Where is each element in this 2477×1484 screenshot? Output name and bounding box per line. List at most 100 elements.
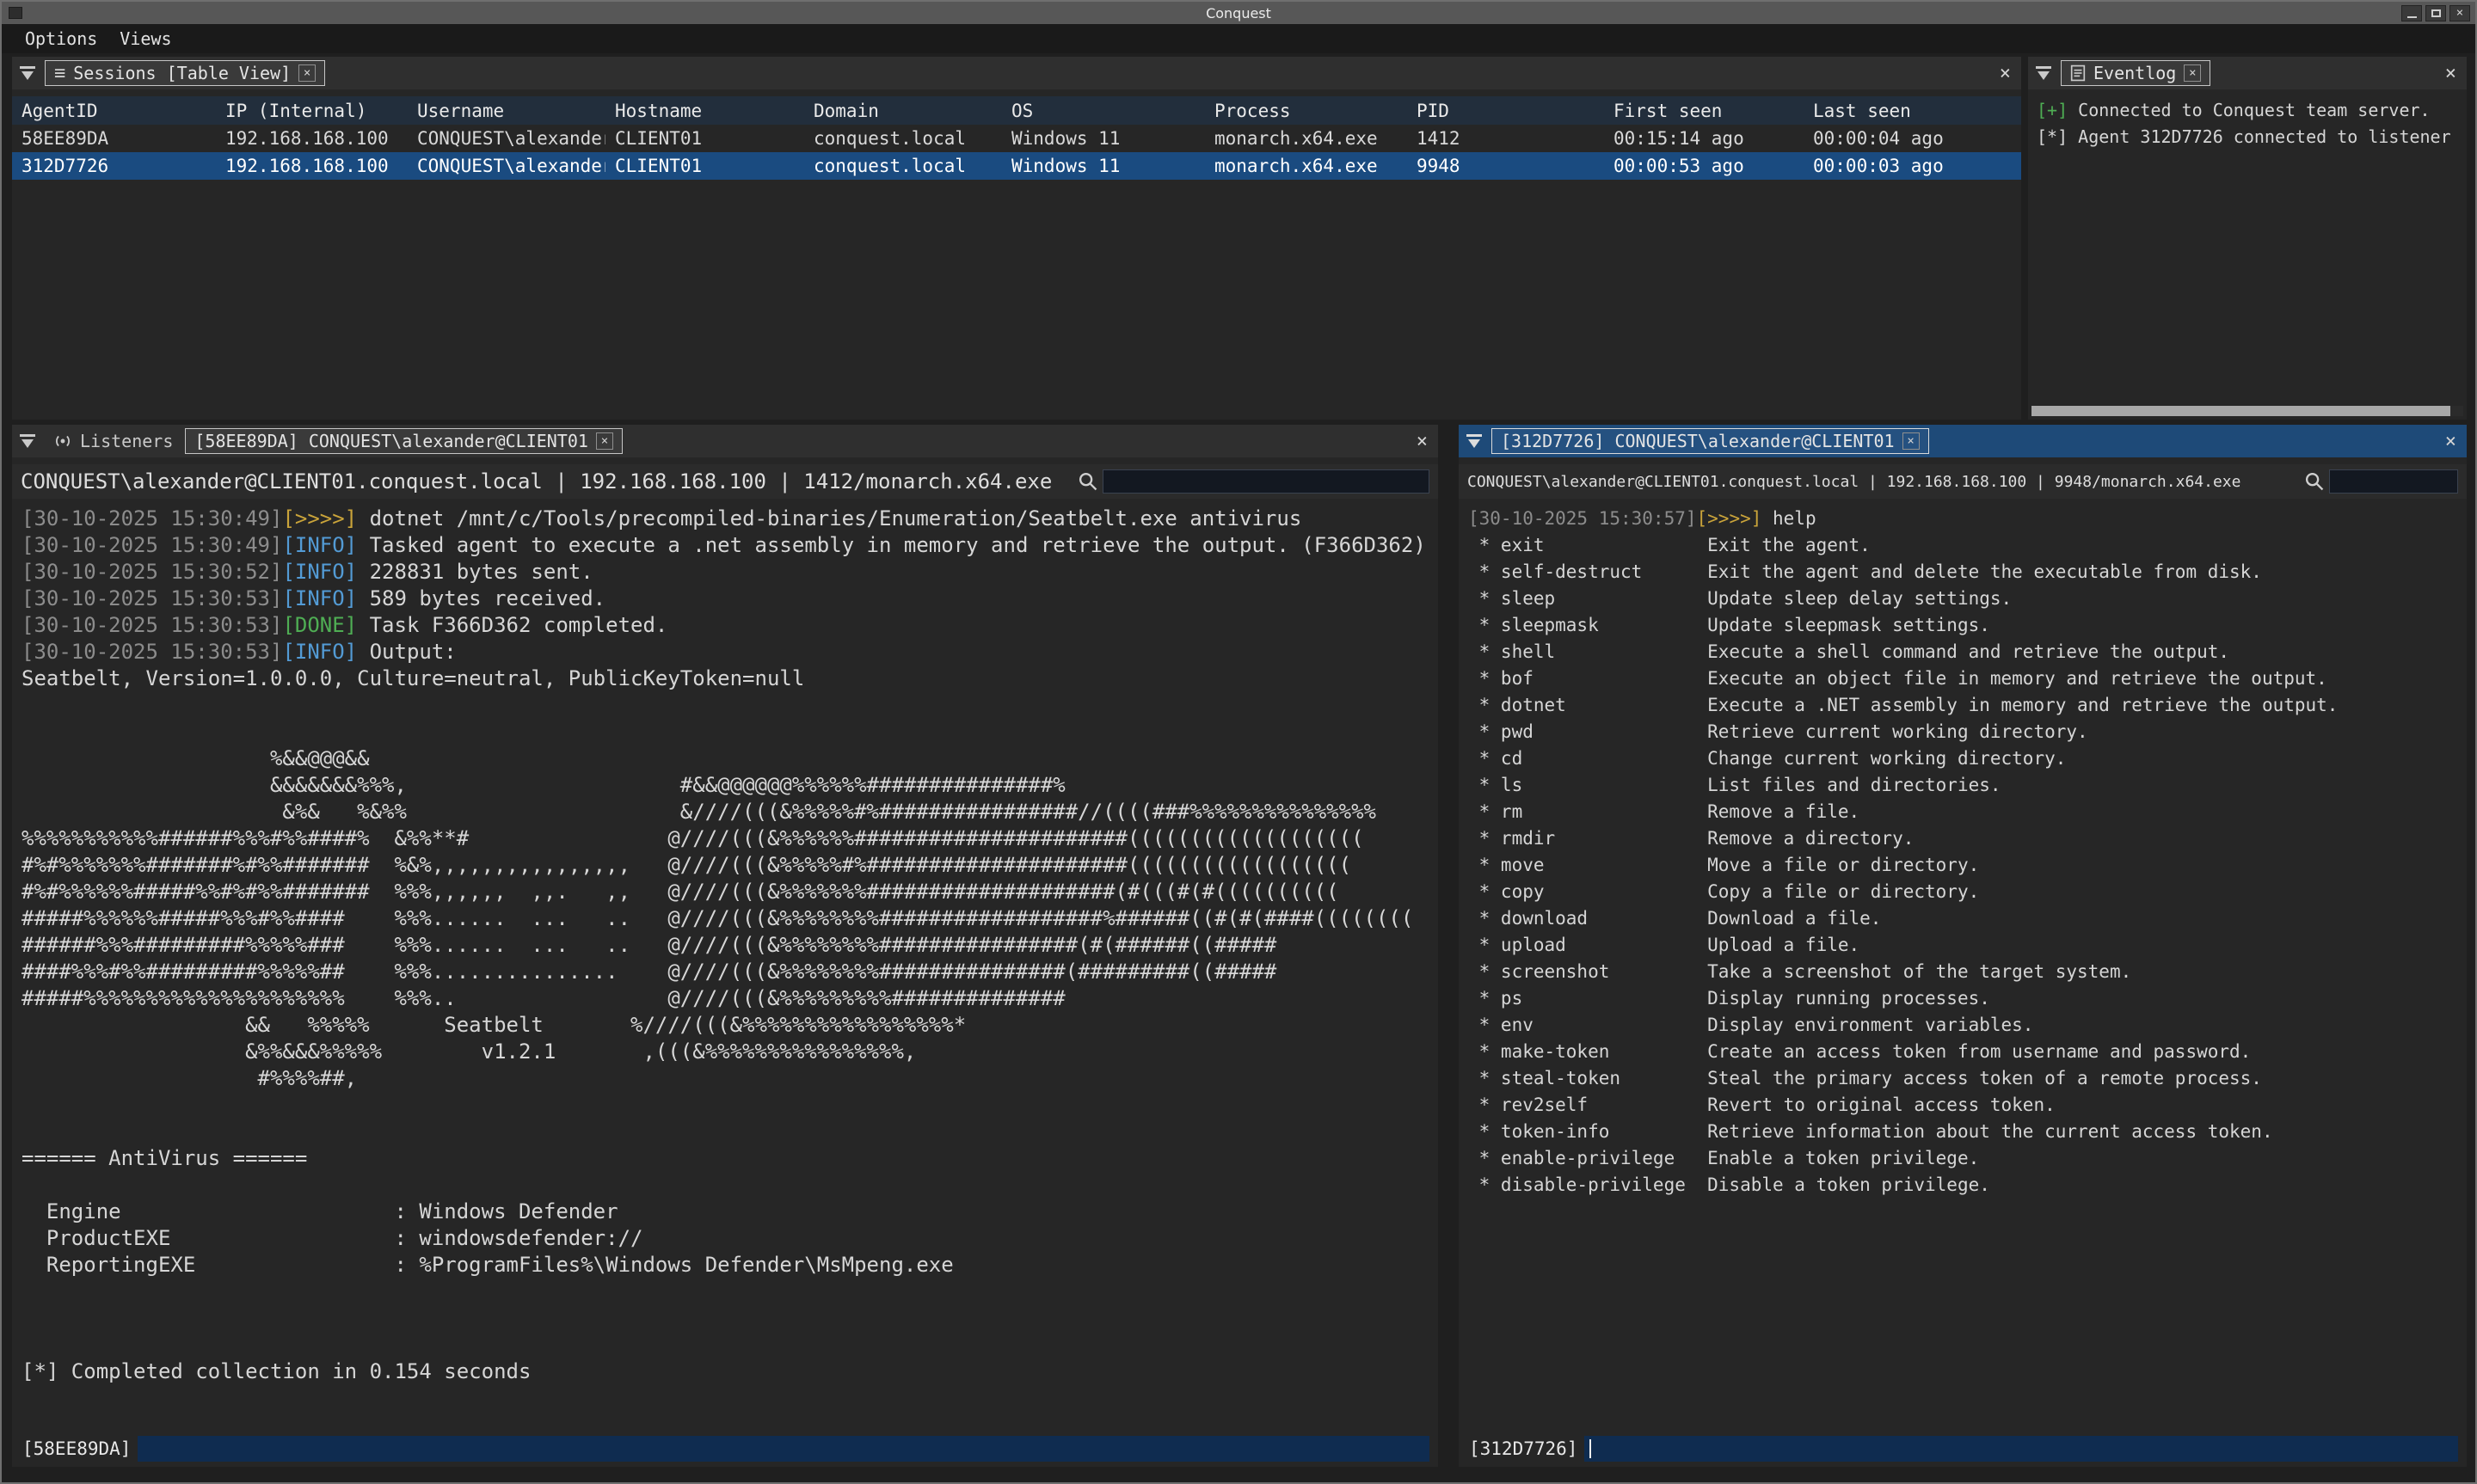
- titlebar[interactable]: Conquest ×: [2, 2, 2475, 24]
- help-line: * copy Copy a file or directory.: [1468, 879, 2457, 905]
- listener-icon: [53, 432, 72, 450]
- sessions-table: AgentIDIP (Internal)UsernameHostnameDoma…: [12, 96, 2021, 180]
- maximize-button[interactable]: [2425, 5, 2446, 21]
- eventlog-panel-header: Eventlog × ×: [2028, 57, 2467, 89]
- terminal-line: [30-10-2025 15:30:57][>>>>] help: [1468, 506, 2457, 532]
- session-cell: CLIENT01: [605, 156, 804, 176]
- window-title: Conquest: [2, 5, 2475, 21]
- column-header[interactable]: First seen: [1604, 101, 1804, 121]
- undock-triangle-icon: [17, 432, 38, 450]
- tab-close-icon[interactable]: ×: [298, 64, 316, 82]
- terminal-line: [30-10-2025 15:30:49][INFO] Tasked agent…: [22, 532, 1429, 559]
- terminal-line: #%%%%##,: [22, 1065, 1429, 1092]
- tab-close-icon[interactable]: ×: [596, 432, 613, 450]
- session-info-text: CONQUEST\alexander@CLIENT01.conquest.loc…: [21, 469, 1052, 494]
- search-input[interactable]: [2329, 469, 2458, 494]
- list-icon: ≡: [54, 63, 65, 84]
- terminal-output[interactable]: [30-10-2025 15:30:57][>>>>] help * exit …: [1459, 499, 2467, 1434]
- tab-agent-58EE89DA[interactable]: [58EE89DA] CONQUEST\alexander@CLIENT01 ×: [185, 428, 623, 454]
- session-row[interactable]: 58EE89DA192.168.168.100CONQUEST\alexande…: [12, 125, 2021, 152]
- help-line: * rev2self Revert to original access tok…: [1468, 1092, 2457, 1119]
- terminal-line: [22, 1092, 1429, 1119]
- help-line: * disable-privilege Disable a token priv…: [1468, 1172, 2457, 1199]
- command-input[interactable]: [1584, 1436, 2458, 1462]
- column-header[interactable]: Username: [408, 101, 605, 121]
- help-line: * sleepmask Update sleepmask settings.: [1468, 612, 2457, 639]
- session-info-text: CONQUEST\alexander@CLIENT01.conquest.loc…: [1467, 473, 2240, 491]
- menu-options[interactable]: Options: [14, 27, 108, 51]
- terminal-output[interactable]: [30-10-2025 15:30:49][>>>>] dotnet /mnt/…: [12, 499, 1438, 1434]
- session-cell: 192.168.168.100: [216, 128, 408, 149]
- terminal-line: [22, 719, 1429, 745]
- help-line: * upload Upload a file.: [1468, 932, 2457, 959]
- log-icon: [2070, 64, 2086, 83]
- help-line: * env Display environment variables.: [1468, 1012, 2457, 1039]
- column-header[interactable]: Process: [1205, 101, 1407, 121]
- session-cell: CONQUEST\alexander: [408, 128, 605, 149]
- session-cell: CONQUEST\alexander: [408, 156, 605, 176]
- column-header[interactable]: PID: [1407, 101, 1604, 121]
- sessions-table-rows: 58EE89DA192.168.168.100CONQUEST\alexande…: [12, 125, 2021, 180]
- help-line: * self-destruct Exit the agent and delet…: [1468, 559, 2457, 586]
- terminal-line: ====== AntiVirus ======: [22, 1145, 1429, 1172]
- help-line: * move Move a file or directory.: [1468, 852, 2457, 879]
- column-header[interactable]: AgentID: [12, 101, 216, 121]
- terminal-line: [30-10-2025 15:30:49][>>>>] dotnet /mnt/…: [22, 506, 1429, 532]
- panel-close-icon[interactable]: ×: [2445, 63, 2456, 84]
- session-cell: 312D7726: [12, 156, 216, 176]
- dock-icon[interactable]: [12, 64, 43, 82]
- panel-close-icon[interactable]: ×: [2445, 431, 2456, 452]
- session-row[interactable]: 312D7726192.168.168.100CONQUEST\alexande…: [12, 152, 2021, 180]
- command-input-bar: [312D7726]: [1469, 1434, 2458, 1463]
- dock-icon[interactable]: [12, 432, 43, 450]
- column-header[interactable]: OS: [1002, 101, 1205, 121]
- sessions-panel: ≡ Sessions [Table View] × × AgentIDIP (I…: [12, 57, 2021, 420]
- scrollbar-thumb[interactable]: [2031, 406, 2450, 416]
- panel-close-icon[interactable]: ×: [1417, 431, 1428, 452]
- help-line: * screenshot Take a screenshot of the ta…: [1468, 959, 2457, 985]
- undock-triangle-icon: [2033, 64, 2054, 82]
- terminal-line: Engine : Windows Defender: [22, 1199, 1429, 1225]
- search-input[interactable]: [1103, 469, 1429, 494]
- terminal-line: [22, 1332, 1429, 1358]
- search-icon: [1077, 470, 1099, 493]
- help-line: * shell Execute a shell command and retr…: [1468, 639, 2457, 665]
- terminal-line: [30-10-2025 15:30:52][INFO] 228831 bytes…: [22, 559, 1429, 586]
- session-cell: monarch.x64.exe: [1205, 156, 1407, 176]
- dock-icon[interactable]: [2028, 64, 2059, 82]
- minimize-button[interactable]: [2401, 5, 2422, 21]
- help-line: * ls List files and directories.: [1468, 772, 2457, 799]
- column-header[interactable]: Last seen: [1804, 101, 2021, 121]
- eventlog-panel: Eventlog × × [+] Connected to Conquest t…: [2028, 57, 2467, 420]
- column-header[interactable]: Hostname: [605, 101, 804, 121]
- tab-close-icon[interactable]: ×: [2184, 64, 2201, 82]
- text-cursor: [1589, 1439, 1591, 1458]
- terminal-line: [30-10-2025 15:30:53][DONE] Task F366D36…: [22, 612, 1429, 639]
- terminal-line: #%#%%%%%%#####%%#%#%%####### %%%,,,,,, ,…: [22, 879, 1429, 905]
- search-icon: [2303, 470, 2326, 493]
- command-input[interactable]: [138, 1436, 1429, 1462]
- terminal-line: [*] Agent 312D7726 connected to listener: [2037, 124, 2458, 150]
- tab-label: [312D7726] CONQUEST\alexander@CLIENT01: [1501, 431, 1895, 451]
- tab-agent-312D7726[interactable]: [312D7726] CONQUEST\alexander@CLIENT01 ×: [1491, 428, 1929, 454]
- undock-triangle-icon: [17, 64, 38, 82]
- terminal-line: &%%&&&%%%%% v1.2.1 ,(((&%%%%%%%%%%%%%%%%…: [22, 1039, 1429, 1065]
- tab-close-icon[interactable]: ×: [1902, 432, 1920, 450]
- dock-icon[interactable]: [1459, 432, 1490, 450]
- command-input-bar: [58EE89DA]: [22, 1434, 1429, 1463]
- column-header[interactable]: IP (Internal): [216, 101, 408, 121]
- terminal-line: [30-10-2025 15:30:53][INFO] Output:: [22, 639, 1429, 665]
- panel-close-icon[interactable]: ×: [2000, 63, 2011, 84]
- menu-views[interactable]: Views: [108, 27, 182, 51]
- horizontal-scrollbar[interactable]: [2031, 406, 2463, 416]
- terminal-line: %%%%%%%%%%%######%%%#%%####% &%%**# @///…: [22, 825, 1429, 852]
- session-cell: Windows 11: [1002, 156, 1205, 176]
- tab-eventlog[interactable]: Eventlog ×: [2061, 60, 2210, 86]
- close-button[interactable]: ×: [2449, 5, 2470, 21]
- tab-sessions[interactable]: ≡ Sessions [Table View] ×: [45, 60, 325, 86]
- column-header[interactable]: Domain: [804, 101, 1002, 121]
- tab-listeners[interactable]: Listeners: [45, 428, 181, 454]
- session-cell: 58EE89DA: [12, 128, 216, 149]
- terminal-line: %&&@@@&&: [22, 745, 1429, 772]
- help-line: * download Download a file.: [1468, 905, 2457, 932]
